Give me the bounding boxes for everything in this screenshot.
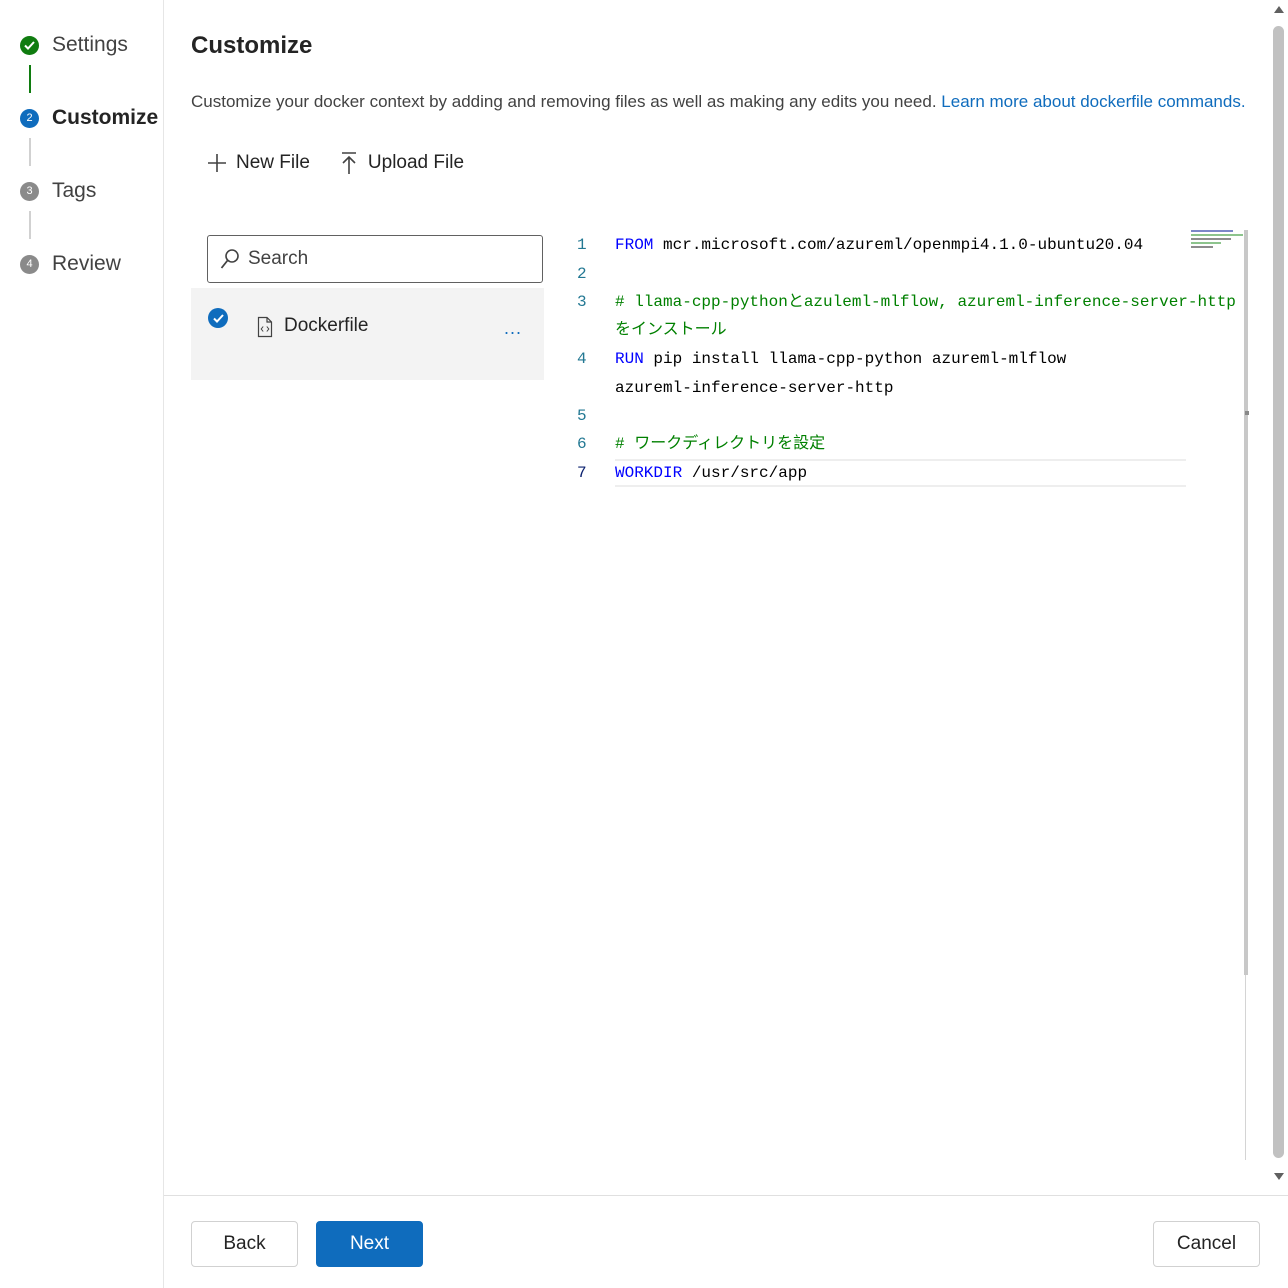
code-line[interactable]: 1 FROM mcr.microsoft.com/azureml/openmpi… <box>574 231 1143 259</box>
step-customize[interactable]: 2 Customize <box>20 103 158 133</box>
code-line[interactable]: 3 # llama-cpp-pythonとazuleml-mlflow, azu… <box>574 288 1236 316</box>
step-label: Review <box>52 252 121 275</box>
page-description: Customize your docker context by adding … <box>191 92 1246 112</box>
line-number: 2 <box>577 265 587 283</box>
cancel-button[interactable]: Cancel <box>1153 1221 1260 1267</box>
code-comment: # ワークディレクトリを設定 <box>615 435 826 453</box>
code-comment: をインストール <box>615 321 727 339</box>
check-icon <box>20 35 39 55</box>
code-keyword: RUN <box>615 350 644 368</box>
editor-scroll-marker <box>1245 411 1249 415</box>
file-code-icon <box>257 316 273 338</box>
line-number: 1 <box>577 236 587 254</box>
code-text: azureml-inference-server-http <box>615 379 894 397</box>
code-keyword: FROM <box>615 236 654 254</box>
upload-file-button[interactable]: Upload File <box>338 146 464 180</box>
editor-minimap[interactable] <box>1191 230 1247 252</box>
step-connector <box>29 211 31 239</box>
code-line[interactable]: 7 WORKDIR /usr/src/app <box>574 459 807 487</box>
check-icon[interactable] <box>208 308 228 328</box>
line-number: 3 <box>577 293 587 311</box>
step-label: Settings <box>52 33 128 56</box>
back-button[interactable]: Back <box>191 1221 298 1267</box>
scroll-down-icon[interactable] <box>1274 1173 1284 1180</box>
page-scrollbar[interactable] <box>1271 0 1288 1195</box>
description-text: Customize your docker context by adding … <box>191 92 937 111</box>
step-settings[interactable]: Settings <box>20 30 128 60</box>
step-label: Customize <box>52 106 159 129</box>
code-line-wrap[interactable]: をインストール <box>574 316 727 344</box>
line-number: 7 <box>577 464 587 482</box>
line-number: 4 <box>577 350 587 368</box>
customize-panel: Customize Customize your docker context … <box>164 0 1288 1195</box>
code-text: pip install llama-cpp-python azureml-mlf… <box>643 350 1067 368</box>
next-button[interactable]: Next <box>316 1221 423 1267</box>
code-line[interactable]: 2 <box>574 260 615 288</box>
step-number: 4 <box>20 254 39 274</box>
learn-more-link[interactable]: Learn more about dockerfile commands. <box>941 92 1245 111</box>
new-file-label: New File <box>236 152 310 173</box>
upload-file-label: Upload File <box>367 152 465 173</box>
step-tags[interactable]: 3 Tags <box>20 176 96 206</box>
code-text: mcr.microsoft.com/azureml/openmpi4.1.0-u… <box>653 236 1144 254</box>
line-number: 5 <box>577 407 587 425</box>
file-name: Dockerfile <box>284 315 369 336</box>
code-editor[interactable]: 1 FROM mcr.microsoft.com/azureml/openmpi… <box>574 230 1259 1160</box>
new-file-button[interactable]: New File <box>206 146 310 180</box>
editor-scrollbar[interactable] <box>1244 230 1248 975</box>
step-review[interactable]: 4 Review <box>20 249 121 279</box>
wizard-footer: Back Next Cancel <box>164 1195 1288 1288</box>
code-line[interactable]: 5 <box>574 402 615 430</box>
code-keyword: WORKDIR <box>615 464 683 482</box>
search-input[interactable] <box>248 248 518 270</box>
scrollbar-thumb[interactable] <box>1273 26 1284 1158</box>
upload-icon <box>338 151 360 175</box>
scroll-up-icon[interactable] <box>1274 6 1284 13</box>
code-line[interactable]: 4 RUN pip install llama-cpp-python azure… <box>574 345 1066 373</box>
code-text: /usr/src/app <box>682 464 808 482</box>
code-comment: # llama-cpp-pythonとazuleml-mlflow, azure… <box>615 293 1236 311</box>
step-number: 3 <box>20 181 39 201</box>
file-toolbar: New File Upload File <box>206 146 492 180</box>
line-number: 6 <box>577 435 587 453</box>
code-line-wrap[interactable]: azureml-inference-server-http <box>574 374 893 402</box>
step-label: Tags <box>52 179 97 202</box>
wizard-stepper: Settings 2 Customize 3 Tags 4 Review <box>0 0 164 1288</box>
step-connector <box>29 138 31 166</box>
file-list-item[interactable]: Dockerfile ... <box>191 288 544 380</box>
plus-icon <box>206 151 228 175</box>
page-title: Customize <box>191 32 313 59</box>
step-number: 2 <box>20 108 39 128</box>
step-connector <box>29 65 31 93</box>
search-icon <box>220 248 240 270</box>
code-line[interactable]: 6 # ワークディレクトリを設定 <box>574 430 825 458</box>
more-icon[interactable]: ... <box>504 318 522 339</box>
file-search <box>207 235 543 283</box>
